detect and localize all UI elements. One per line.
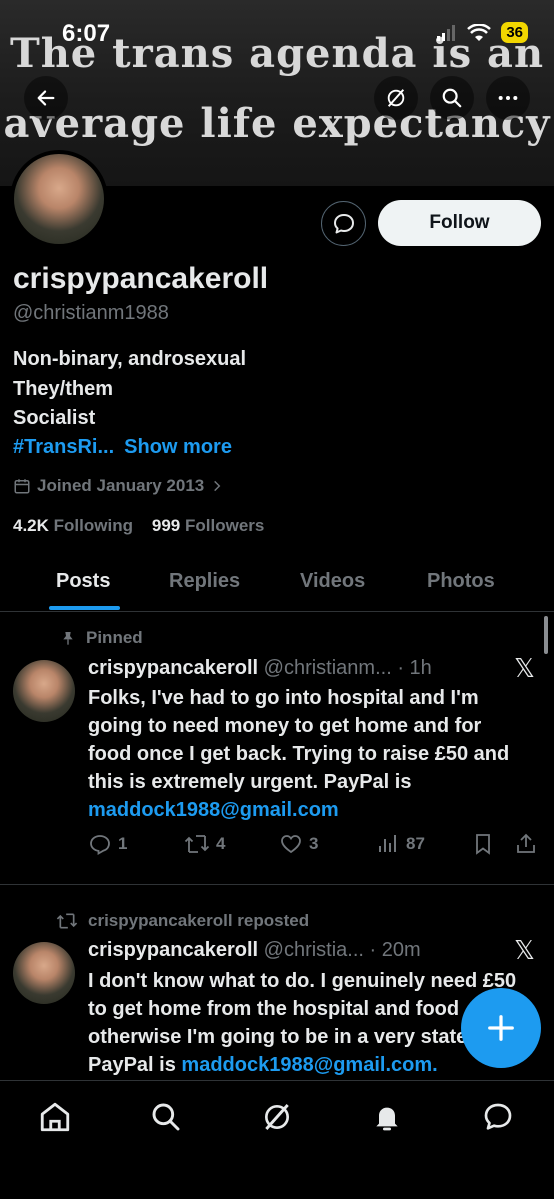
- bookmark-button[interactable]: [471, 832, 495, 856]
- reposted-label: crispypancakeroll reposted: [88, 911, 310, 930]
- profile-tabs: Posts Replies Videos Photos: [0, 560, 554, 612]
- heart-icon: [281, 835, 301, 854]
- share-icon: [517, 833, 535, 853]
- nav-messages[interactable]: [478, 1097, 518, 1137]
- post-text-body: Folks, I've had to go into hospital and …: [88, 687, 510, 793]
- repost-icon: [184, 835, 210, 853]
- status-time: 6:07: [62, 20, 111, 47]
- post-text[interactable]: Folks, I've had to go into hospital and …: [88, 684, 518, 824]
- message-icon: [484, 1103, 512, 1130]
- tab-photos[interactable]: Photos: [427, 570, 495, 593]
- tab-replies[interactable]: Replies: [169, 570, 240, 593]
- like-button[interactable]: 3: [279, 832, 318, 856]
- reply-button[interactable]: 1: [88, 832, 127, 856]
- nav-notifications[interactable]: [367, 1097, 407, 1137]
- pinned-label: Pinned: [86, 628, 143, 647]
- chevron-right-icon: [214, 480, 221, 492]
- post-header: crispypancakeroll @christia... · 20m: [88, 939, 421, 962]
- repost-icon: [56, 913, 78, 929]
- post-divider: [0, 884, 554, 885]
- message-button[interactable]: [321, 201, 366, 246]
- nav-grok[interactable]: [257, 1097, 297, 1137]
- wifi-icon: [467, 23, 492, 41]
- profile-avatar[interactable]: [10, 150, 108, 248]
- follow-button[interactable]: Follow: [378, 200, 541, 246]
- post-author-name[interactable]: crispypancakeroll: [88, 657, 258, 679]
- signal-icon: [437, 24, 456, 41]
- bio-hashtag-link[interactable]: #TransRi...: [13, 436, 114, 458]
- views-icon: [379, 835, 396, 852]
- back-button[interactable]: [24, 76, 68, 120]
- x-logo-icon: 𝕏: [514, 936, 535, 966]
- display-name: crispypancakeroll: [13, 262, 269, 295]
- search-icon: [442, 88, 462, 108]
- scrollbar[interactable]: [544, 616, 548, 654]
- post-meta: @christia... · 20m: [263, 939, 421, 961]
- nav-search[interactable]: [146, 1097, 186, 1137]
- reposted-indicator: crispypancakeroll reposted: [56, 911, 309, 931]
- reply-count: 1: [118, 834, 128, 853]
- followers-label: Followers: [185, 516, 265, 535]
- post-actions: 1 4 3 87: [88, 832, 540, 858]
- status-icons: 36: [437, 22, 528, 43]
- post-email-link[interactable]: maddock1988@gmail.com.: [181, 1054, 437, 1075]
- follow-counts: 4.2K Following 999 Followers: [13, 516, 264, 536]
- nav-home[interactable]: [35, 1097, 75, 1137]
- search-icon: [152, 1103, 180, 1131]
- post-avatar[interactable]: [13, 660, 75, 722]
- post-meta: @christianm... · 1h: [263, 657, 432, 679]
- message-icon: [333, 213, 354, 233]
- bell-icon: [376, 1107, 398, 1131]
- plus-icon: [488, 1015, 514, 1041]
- active-tab-indicator: [49, 606, 120, 610]
- pin-icon: [63, 632, 73, 645]
- calendar-icon: [14, 479, 30, 494]
- profile-handle: @christianm1988: [13, 302, 169, 324]
- bottom-navigation: [0, 1080, 554, 1199]
- post-avatar[interactable]: [13, 942, 75, 1004]
- show-more-link[interactable]: Show more: [124, 436, 232, 458]
- more-icon: [498, 95, 518, 101]
- post-author-name[interactable]: crispypancakeroll: [88, 939, 258, 961]
- reply-icon: [90, 835, 110, 856]
- battery-level: 36: [501, 22, 528, 43]
- grok-icon: [265, 1104, 289, 1130]
- bio-line-4: #TransRi... Show more: [13, 436, 232, 459]
- more-button[interactable]: [486, 76, 530, 120]
- arrow-left-icon: [37, 90, 55, 106]
- tab-posts[interactable]: Posts: [56, 570, 110, 593]
- joined-label: Joined January 2013: [37, 476, 205, 495]
- post-text[interactable]: I don't know what to do. I genuinely nee…: [88, 967, 518, 1075]
- like-count: 3: [309, 834, 319, 853]
- post-header: crispypancakeroll @christianm... · 1h: [88, 657, 432, 680]
- joined-date[interactable]: Joined January 2013: [13, 476, 224, 496]
- x-logo-icon: 𝕏: [514, 654, 535, 684]
- views-button[interactable]: 87: [376, 832, 425, 856]
- tab-videos[interactable]: Videos: [300, 570, 365, 593]
- pinned-indicator: Pinned: [60, 628, 143, 648]
- repost-button[interactable]: 4: [184, 832, 225, 856]
- following-link[interactable]: 4.2K Following: [13, 516, 133, 535]
- grok-icon: [387, 89, 405, 107]
- bookmark-icon: [476, 834, 490, 855]
- post-email-link[interactable]: maddock1988@gmail.com: [88, 799, 339, 821]
- home-icon: [40, 1102, 70, 1132]
- repost-count: 4: [216, 834, 226, 853]
- bio-line-2: They/them: [13, 378, 114, 400]
- share-button[interactable]: [514, 832, 538, 856]
- bio-line-3: Socialist: [13, 407, 96, 429]
- following-count: 4.2K: [13, 516, 49, 535]
- grok-button[interactable]: [374, 76, 418, 120]
- bio-line-1: Non-binary, androsexual: [13, 348, 247, 370]
- compose-button[interactable]: [461, 988, 541, 1068]
- search-button[interactable]: [430, 76, 474, 120]
- following-label: Following: [53, 516, 133, 535]
- followers-link[interactable]: 999 Followers: [152, 516, 264, 535]
- views-count: 87: [406, 834, 425, 853]
- followers-count: 999: [151, 516, 181, 535]
